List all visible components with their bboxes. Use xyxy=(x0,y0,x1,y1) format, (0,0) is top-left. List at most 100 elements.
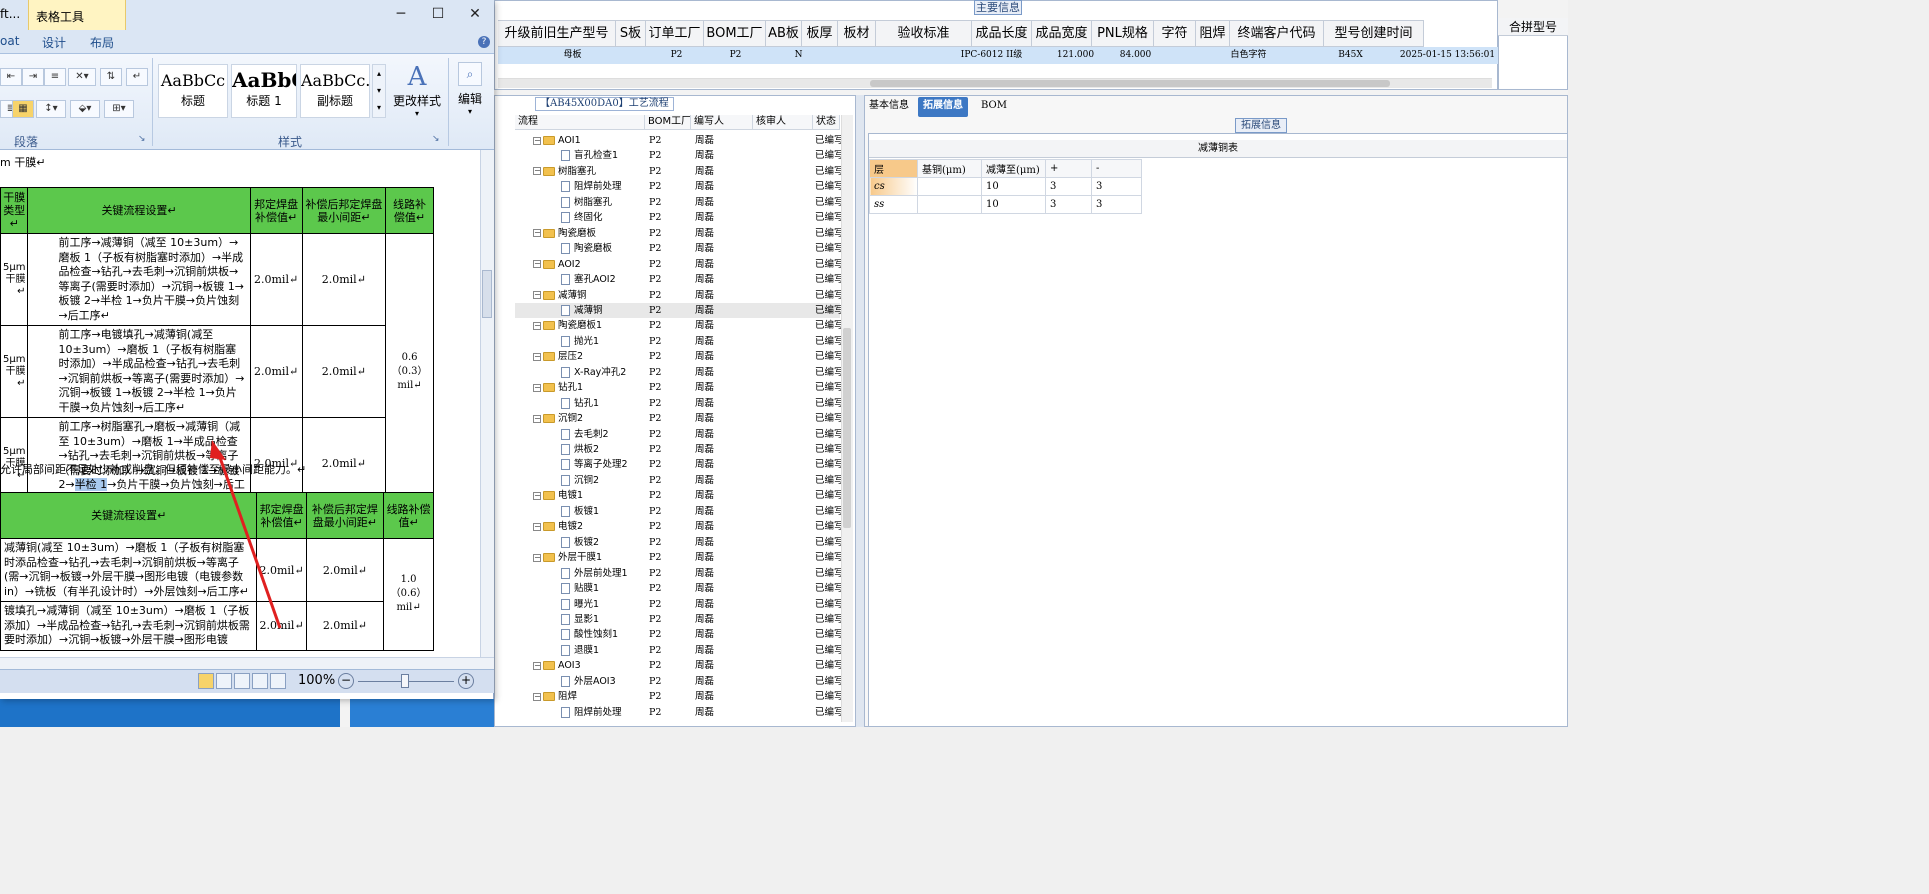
flow-col-header[interactable]: 编写人 xyxy=(691,115,753,129)
doc-hscrollbar[interactable] xyxy=(0,657,494,669)
tree-row[interactable]: − 沉铜2 P2 周磊 已编写 xyxy=(515,411,844,426)
expander-icon[interactable]: − xyxy=(533,321,541,330)
tree-node[interactable]: 退膜1 xyxy=(515,643,645,658)
grid-col-header[interactable]: 阻焊 xyxy=(1196,21,1230,46)
cell-plus[interactable]: 3 xyxy=(1045,177,1092,196)
minimize-button[interactable]: ─ xyxy=(386,5,416,25)
tree-row[interactable]: − 电镀1 P2 周磊 已编写 xyxy=(515,488,844,503)
flow-col-header[interactable]: 核审人 xyxy=(753,115,813,129)
tree-node[interactable]: − 陶瓷磨板 xyxy=(515,226,645,241)
tree-node[interactable]: − 外层干膜1 xyxy=(515,550,645,565)
tree-row[interactable]: 沉铜2 P2 周磊 已编写 xyxy=(515,473,844,488)
tree-node[interactable]: 阻焊前处理 xyxy=(515,179,645,194)
tree-row[interactable]: 板镀2 P2 周磊 已编写 xyxy=(515,535,844,550)
tree-row[interactable]: − 外层干膜1 P2 周磊 已编写 xyxy=(515,550,844,565)
tree-row[interactable]: 塞孔AOI2 P2 周磊 已编写 xyxy=(515,272,844,287)
grid-cell[interactable]: 2025-01-15 13:56:01 xyxy=(1398,47,1498,64)
grid-col-header[interactable]: 升级前旧生产型号 xyxy=(498,21,616,46)
tree-node[interactable]: − 电镀1 xyxy=(515,488,645,503)
tree-node[interactable]: 盲孔检查1 xyxy=(515,148,645,163)
zoom-in-button[interactable]: + xyxy=(458,673,474,689)
tree-row[interactable]: 减薄铜 P2 周磊 已编写 xyxy=(515,302,844,319)
table-row[interactable]: 5μm干膜↵ 前工序→电镀填孔→减薄铜(减至 10±3um）→磨板 1（子板有树… xyxy=(0,325,434,418)
indent-decrease-icon[interactable]: ⇤ xyxy=(0,68,22,86)
print-layout-icon[interactable] xyxy=(198,673,214,689)
right-splitter[interactable] xyxy=(856,95,864,727)
grid-col-header[interactable]: 板材 xyxy=(838,21,876,46)
close-button[interactable]: ✕ xyxy=(460,5,490,25)
grid-cell[interactable] xyxy=(902,47,938,64)
expander-icon[interactable]: − xyxy=(533,167,541,176)
tree-node[interactable]: 终固化 xyxy=(515,210,645,225)
grid-cell[interactable]: 白色字符 xyxy=(1228,47,1270,64)
tree-row[interactable]: X-Ray冲孔2 P2 周磊 已编写 xyxy=(515,365,844,380)
justify-icon[interactable]: ▦ xyxy=(12,100,34,118)
tree-node[interactable]: 板镀1 xyxy=(515,504,645,519)
tree-node[interactable]: X-Ray冲孔2 xyxy=(515,365,645,380)
tree-node[interactable]: 沉铜2 xyxy=(515,473,645,488)
tree-row[interactable]: 钻孔1 P2 周磊 已编写 xyxy=(515,396,844,411)
tree-row[interactable]: 曝光1 P2 周磊 已编写 xyxy=(515,597,844,612)
grid-cell[interactable]: IPC-6012 II级 xyxy=(938,47,1046,64)
process-tree-vscroll-thumb[interactable] xyxy=(843,328,851,528)
tree-node[interactable]: 塞孔AOI2 xyxy=(515,272,645,287)
grid-col-header[interactable]: PNL规格 xyxy=(1092,21,1154,46)
expander-icon[interactable]: − xyxy=(533,414,541,423)
tree-node[interactable]: 外层AOI3 xyxy=(515,674,645,689)
tree-node[interactable]: 陶瓷磨板 xyxy=(515,241,645,256)
tree-row[interactable]: − 层压2 P2 周磊 已编写 xyxy=(515,349,844,364)
doc-vscrollbar[interactable] xyxy=(480,150,494,657)
tab-design[interactable]: 设计 xyxy=(42,34,66,51)
expander-icon[interactable]: − xyxy=(533,491,541,500)
tree-row[interactable]: 显影1 P2 周磊 已编写 xyxy=(515,612,844,627)
tree-row[interactable]: 退膜1 P2 周磊 已编写 xyxy=(515,643,844,658)
indent-increase-icon[interactable]: ⇥ xyxy=(22,68,44,86)
tree-node[interactable]: 去毛刺2 xyxy=(515,427,645,442)
grid-col-header[interactable]: 成品长度 xyxy=(972,21,1032,46)
grid-col-header[interactable]: 字符 xyxy=(1154,21,1196,46)
grid-cell[interactable]: P2 xyxy=(706,47,766,64)
tree-node[interactable]: 树脂塞孔 xyxy=(515,195,645,210)
tree-node[interactable]: 曝光1 xyxy=(515,597,645,612)
grid-col-header[interactable]: 终端客户代码 xyxy=(1230,21,1324,46)
tree-row[interactable]: − 陶瓷磨板 P2 周磊 已编写 xyxy=(515,226,844,241)
expander-icon[interactable]: − xyxy=(533,291,541,299)
tree-row[interactable]: 树脂塞孔 P2 周磊 已编写 xyxy=(515,195,844,210)
expander-icon[interactable]: − xyxy=(533,260,541,269)
tree-node[interactable]: − 层压2 xyxy=(515,349,645,364)
expander-icon[interactable]: − xyxy=(533,553,541,562)
flow-col-header[interactable]: BOM工厂 xyxy=(645,115,691,129)
flow-col-header[interactable]: 流程 xyxy=(515,115,645,129)
cell-layer[interactable]: cs xyxy=(869,177,918,196)
grid-cell[interactable]: 母板 xyxy=(498,47,648,64)
tree-node[interactable]: 烘板2 xyxy=(515,442,645,457)
table-row[interactable]: 5μm干膜↵ 前工序→减薄铜（减至 10±3um）→磨板 1（子板有树脂塞时添加… xyxy=(0,233,434,510)
tree-row[interactable]: − 陶瓷磨板1 P2 周磊 已编写 xyxy=(515,318,844,333)
tree-row[interactable]: − 阻焊 P2 周磊 已编写 xyxy=(515,689,844,704)
grid-col-header[interactable]: AB板 xyxy=(766,21,802,46)
grid-col-header[interactable]: S板 xyxy=(616,21,646,46)
tree-row[interactable]: 陶瓷磨板 P2 周磊 已编写 xyxy=(515,241,844,256)
grid-cell[interactable]: 121.000 xyxy=(1046,47,1106,64)
tab-format[interactable]: oat xyxy=(0,34,19,48)
web-layout-icon[interactable] xyxy=(234,673,250,689)
fullscreen-reading-icon[interactable] xyxy=(216,673,232,689)
grid-cell[interactable]: P2 xyxy=(648,47,706,64)
tree-row[interactable]: 酸性蚀刻1 P2 周磊 已编写 xyxy=(515,627,844,642)
tree-row[interactable]: 抛光1 P2 周磊 已编写 xyxy=(515,334,844,349)
tree-row[interactable]: 烘板2 P2 周磊 已编写 xyxy=(515,442,844,457)
style-heading-1[interactable]: AaBbC 标题 1 xyxy=(231,64,297,118)
tree-node[interactable]: − AOI2 xyxy=(515,257,645,272)
shading-icon[interactable]: ⬙▾ xyxy=(70,100,100,118)
main-grid-hscroll-thumb[interactable] xyxy=(870,80,1390,87)
style-heading[interactable]: AaBbCc 标题 xyxy=(158,64,228,118)
help-icon[interactable]: ? xyxy=(478,36,490,48)
tree-row[interactable]: 外层AOI3 P2 周磊 已编写 xyxy=(515,674,844,689)
tab-bom[interactable]: BOM xyxy=(976,97,1012,117)
expander-icon[interactable]: − xyxy=(533,136,541,145)
grid-cell[interactable] xyxy=(1166,47,1228,64)
outline-icon[interactable] xyxy=(252,673,268,689)
grid-col-header[interactable]: 型号创建时间 xyxy=(1324,21,1424,46)
grid-cell[interactable] xyxy=(832,47,902,64)
tree-row[interactable]: 去毛刺2 P2 周磊 已编写 xyxy=(515,427,844,442)
